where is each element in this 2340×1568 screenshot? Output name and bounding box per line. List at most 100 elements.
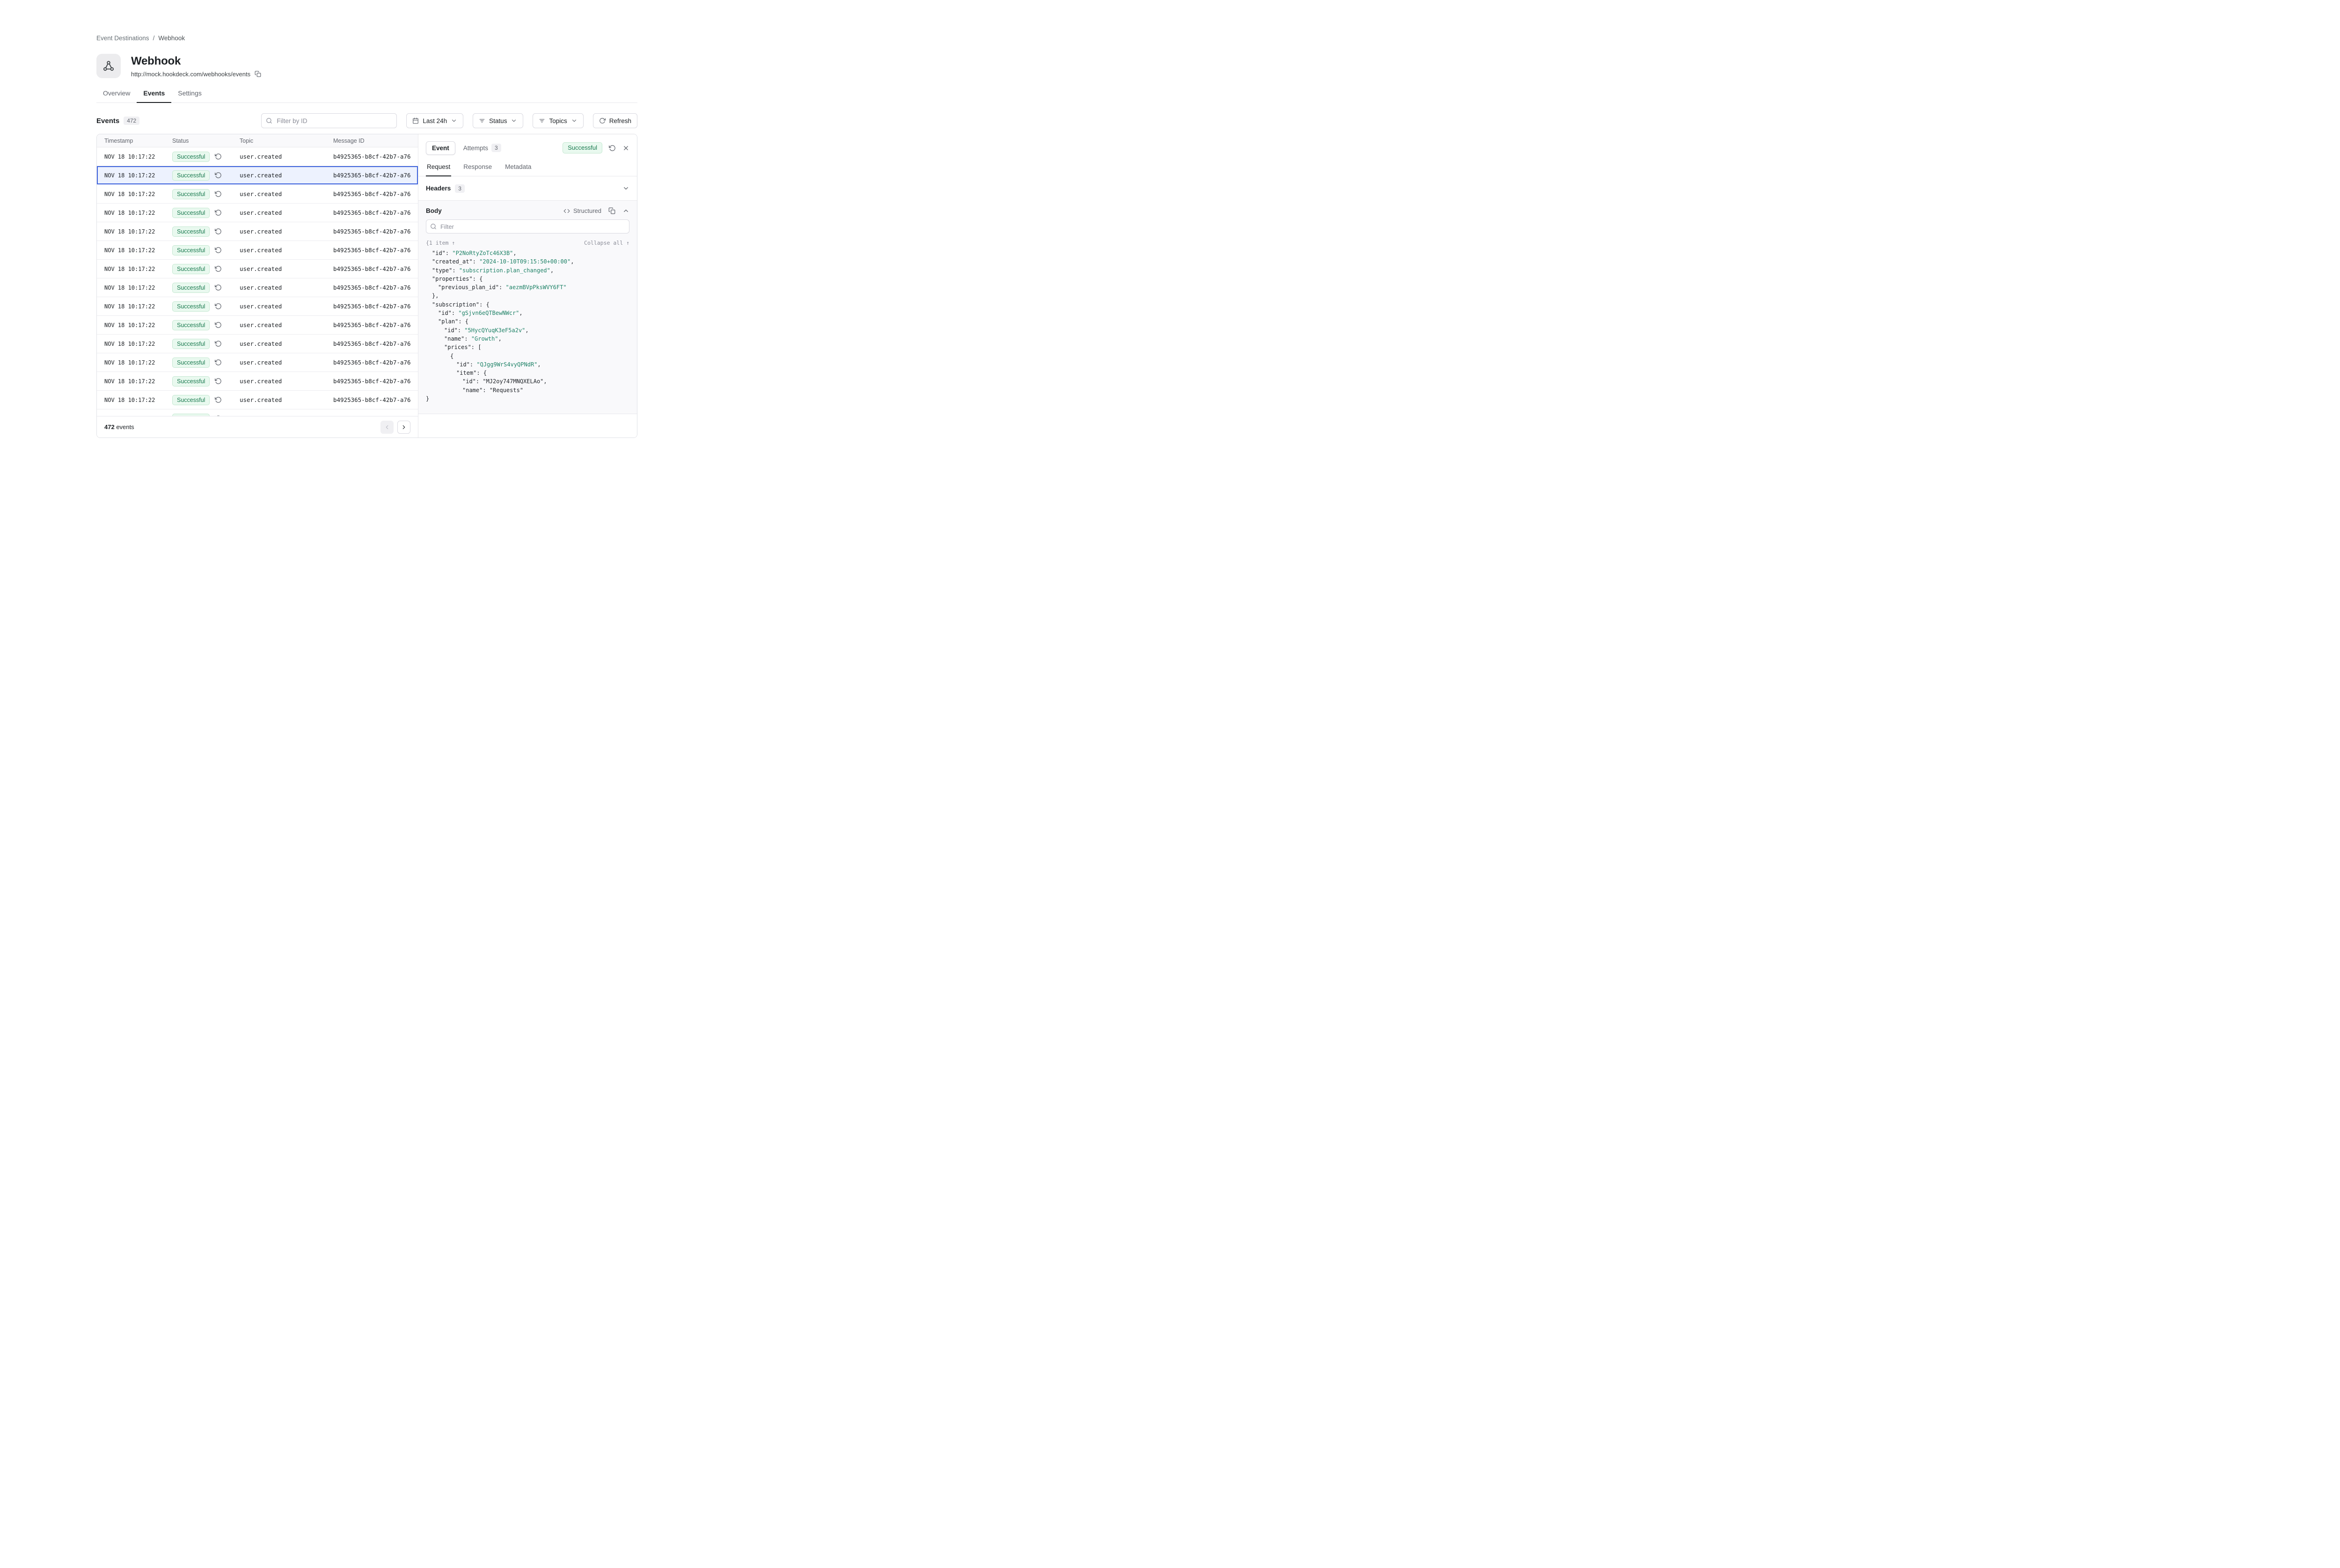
retry-icon[interactable]: [215, 228, 222, 235]
tab-settings[interactable]: Settings: [171, 89, 208, 103]
status-badge: Successful: [172, 395, 210, 405]
headers-accordion[interactable]: Headers 3: [418, 176, 637, 201]
retry-icon[interactable]: [215, 190, 222, 197]
detail-tab-attempts[interactable]: Attempts 3: [457, 140, 507, 155]
table-row[interactable]: NOV 18 10:17:22 Successful user.created …: [97, 204, 418, 222]
body-filter-input[interactable]: [426, 219, 629, 233]
cell-message-id: b4925365-b8cf-42b7-a76…: [333, 321, 410, 328]
table-row[interactable]: NOV 18 10:17:22 Successful user.created …: [97, 241, 418, 260]
cell-status: Successful: [172, 152, 240, 162]
column-timestamp: Timestamp: [104, 138, 172, 144]
cell-message-id: b4925365-b8cf-42b7-a76…: [333, 340, 410, 347]
table-header: Timestamp Status Topic Message ID: [97, 134, 418, 147]
table-row[interactable]: NOV 18 10:17:22 Successful user.created …: [97, 185, 418, 204]
calendar-icon: [412, 117, 419, 124]
cell-topic: user.created: [240, 303, 333, 310]
retry-icon[interactable]: [215, 359, 222, 366]
table-row[interactable]: NOV 18 10:17:22 Successful user.created …: [97, 278, 418, 297]
retry-icon[interactable]: [215, 247, 222, 254]
events-total-label: events: [116, 423, 134, 430]
json-item-count[interactable]: {1 item ↑: [426, 240, 455, 246]
copy-body-button[interactable]: [608, 207, 615, 214]
status-badge: Successful: [172, 301, 210, 312]
table-row[interactable]: NOV 18 10:17:22 Successful user.created …: [97, 316, 418, 335]
json-viewer[interactable]: "id": "P2NoRtyZoTc46X3B","created_at": "…: [418, 248, 637, 414]
retry-icon[interactable]: [215, 153, 222, 160]
chevron-up-icon: [622, 207, 629, 214]
retry-icon[interactable]: [215, 284, 222, 291]
table-row[interactable]: NOV 18 10:17:22 Successful user.created …: [97, 297, 418, 316]
table-row[interactable]: NOV 18 10:17:22 Successful user.created …: [97, 391, 418, 409]
filter-icon: [479, 117, 485, 124]
subtab-response[interactable]: Response: [462, 160, 493, 176]
cell-message-id: b4925365-b8cf-42b7-a76…: [333, 247, 410, 254]
collapse-body-button[interactable]: [622, 207, 629, 214]
cell-topic: user.created: [240, 378, 333, 385]
structured-toggle[interactable]: Structured: [563, 207, 601, 214]
detail-panel-header: Event Attempts 3 Successful: [418, 134, 637, 160]
retry-icon[interactable]: [215, 265, 222, 272]
breadcrumb-webhook[interactable]: Webhook: [158, 35, 185, 42]
table-row[interactable]: NOV 18 10:17:22 Successful user.created …: [97, 335, 418, 353]
retry-icon[interactable]: [215, 396, 222, 403]
topics-filter-button[interactable]: Topics: [533, 113, 583, 128]
cell-topic: user.created: [240, 284, 333, 291]
copy-url-button[interactable]: [255, 71, 261, 77]
retry-icon[interactable]: [215, 303, 222, 310]
attempts-count-badge: 3: [491, 144, 501, 152]
cell-timestamp: NOV 18 10:17:22: [104, 303, 172, 310]
table-row[interactable]: NOV 18 10:17:22 Successful user.created …: [97, 166, 418, 185]
time-range-button[interactable]: Last 24h: [406, 113, 463, 128]
close-panel-button[interactable]: [622, 145, 629, 152]
collapse-all-button[interactable]: Collapse all ↑: [584, 240, 629, 246]
status-badge: Successful: [172, 283, 210, 293]
cell-status: Successful: [172, 226, 240, 237]
cell-timestamp: NOV 18 10:17:22: [104, 247, 172, 254]
subtab-request[interactable]: Request: [426, 160, 451, 176]
detail-tab-attempts-label: Attempts: [463, 145, 488, 152]
column-topic: Topic: [240, 138, 333, 144]
cell-topic: user.created: [240, 340, 333, 347]
retry-icon[interactable]: [215, 209, 222, 216]
topics-filter-label: Topics: [549, 117, 567, 124]
close-icon: [622, 145, 629, 152]
events-total: 472 events: [104, 423, 134, 430]
chevron-down-icon: [451, 117, 457, 124]
status-filter-button[interactable]: Status: [473, 113, 523, 128]
retry-icon[interactable]: [215, 378, 222, 385]
cell-topic: user.created: [240, 228, 333, 235]
prev-page-button[interactable]: [380, 421, 394, 434]
retry-icon[interactable]: [215, 172, 222, 179]
copy-icon: [255, 71, 261, 77]
status-badge: Successful: [172, 208, 210, 218]
breadcrumb-event-destinations[interactable]: Event Destinations: [96, 35, 149, 42]
tab-events[interactable]: Events: [137, 89, 171, 103]
status-badge: Successful: [172, 226, 210, 237]
next-page-button[interactable]: [397, 421, 410, 434]
search-icon: [430, 223, 437, 230]
breadcrumb-separator: /: [153, 35, 155, 42]
detail-tab-event-label: Event: [432, 145, 449, 152]
body-label: Body: [426, 207, 442, 214]
retry-event-button[interactable]: [609, 145, 616, 152]
tab-overview[interactable]: Overview: [96, 89, 137, 103]
table-row[interactable]: NOV 18 10:17:22 Successful user.created …: [97, 353, 418, 372]
page-header: Webhook http://mock.hookdeck.com/webhook…: [96, 54, 637, 78]
cell-status: Successful: [172, 264, 240, 274]
arrow-up-icon: ↑: [452, 240, 455, 246]
status-badge: Successful: [172, 339, 210, 349]
webhook-glyph-icon: [102, 60, 115, 72]
retry-icon[interactable]: [215, 321, 222, 328]
table-row[interactable]: NOV 18 10:17:22 Successful user.created …: [97, 147, 418, 166]
retry-icon[interactable]: [215, 340, 222, 347]
table-row[interactable]: NOV 18 10:17:22 Successful user.created …: [97, 222, 418, 241]
cell-topic: user.created: [240, 172, 333, 179]
refresh-button[interactable]: Refresh: [593, 113, 637, 128]
table-row[interactable]: NOV 18 10:17:22 Successful user.created …: [97, 372, 418, 391]
filter-by-id-input[interactable]: [261, 113, 397, 128]
table-row[interactable]: NOV 18 10:17:22 Successful user.created …: [97, 260, 418, 278]
detail-tab-event[interactable]: Event: [426, 141, 455, 155]
table-row[interactable]: NOV 18 10:17:22 Successful user.created …: [97, 409, 418, 416]
events-section-title: Events: [96, 117, 119, 125]
subtab-metadata[interactable]: Metadata: [504, 160, 532, 176]
